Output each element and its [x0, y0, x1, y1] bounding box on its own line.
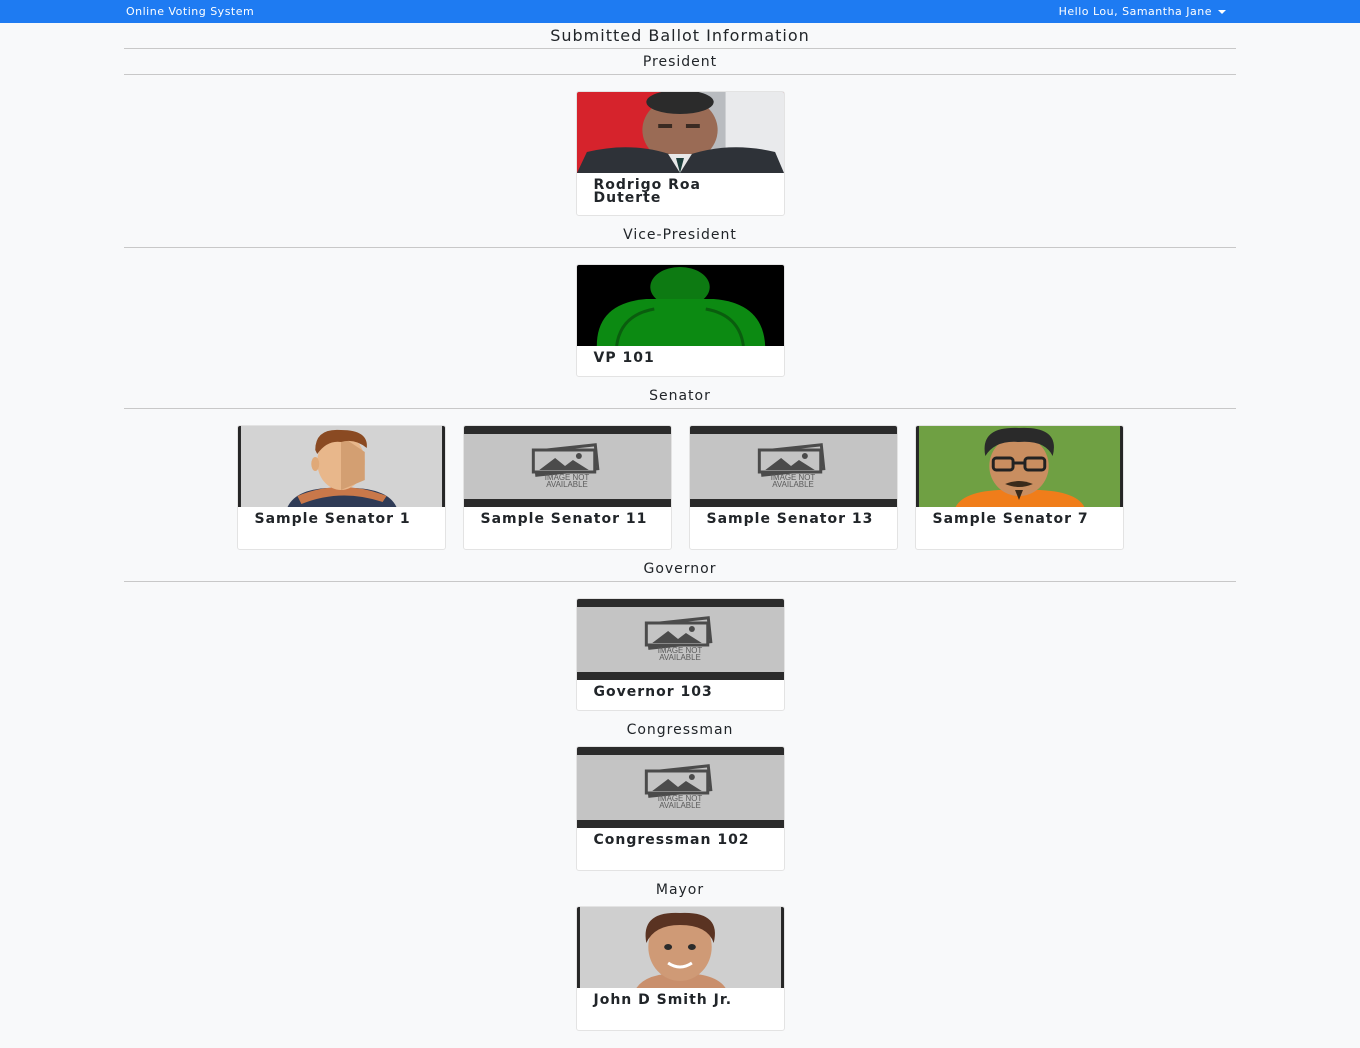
section-title-vice-president: Vice-President [124, 222, 1236, 248]
section-title-senator: Senator [124, 383, 1236, 409]
candidate-card: IMAGE NOT AVAILABLE Sample Senator 13 [688, 425, 898, 550]
candidate-card: John D Smith Jr. [575, 906, 785, 1031]
candidate-name: Sample Senator 11 [480, 511, 648, 527]
candidate-card: IMAGE NOT AVAILABLE Governor 103 [575, 598, 785, 711]
candidate-photo-mayor [576, 907, 784, 988]
candidate-photo-vp101 [576, 265, 784, 346]
cards-mayor: John D Smith Jr. [124, 903, 1236, 1037]
section-title-governor: Governor [124, 556, 1236, 582]
candidate-card: Rodrigo Roa Duterte [575, 91, 785, 216]
candidate-card: Sample Senator 7 [914, 425, 1124, 550]
cards-congressman: IMAGE NOT AVAILABLE Congressman 102 [124, 743, 1236, 877]
image-not-available-placeholder: IMAGE NOT AVAILABLE [463, 426, 671, 507]
page-title: Submitted Ballot Information [124, 23, 1236, 49]
ballot-container: Submitted Ballot Information President R… [124, 23, 1236, 1037]
image-not-available-placeholder: IMAGE NOT AVAILABLE [689, 426, 897, 507]
candidate-name: Governor 103 [593, 684, 713, 700]
cards-president: Rodrigo Roa Duterte [124, 75, 1236, 222]
placeholder-line2: AVAILABLE [659, 801, 701, 810]
candidate-card: IMAGE NOT AVAILABLE Sample Senator 11 [462, 425, 672, 550]
image-not-available-placeholder: IMAGE NOT AVAILABLE [576, 599, 784, 680]
candidate-name: Sample Senator 1 [254, 511, 411, 527]
candidate-name: Sample Senator 13 [706, 511, 874, 527]
section-title-president: President [124, 49, 1236, 75]
placeholder-line2: AVAILABLE [546, 480, 588, 489]
user-menu-toggle[interactable]: Hello Lou, Samantha Jane [1059, 5, 1226, 18]
candidate-name: VP 101 [593, 350, 655, 366]
section-title-mayor: Mayor [655, 882, 705, 898]
candidate-name: Rodrigo Roa Duterte [593, 177, 701, 206]
candidate-card: VP 101 [575, 264, 785, 377]
cards-vice-president: VP 101 [124, 248, 1236, 383]
candidate-name: Congressman 102 [593, 832, 750, 848]
user-greeting: Hello Lou, Samantha Jane [1058, 5, 1212, 18]
candidate-card: Sample Senator 1 [236, 425, 446, 550]
caret-down-icon [1218, 9, 1226, 14]
cards-senator: Sample Senator 1 IMAGE NOT AVAILABLE Sam… [124, 409, 1236, 556]
candidate-name: Sample Senator 7 [932, 511, 1089, 527]
candidate-card: IMAGE NOT AVAILABLE Congressman 102 [575, 746, 785, 871]
image-not-available-placeholder: IMAGE NOT AVAILABLE [576, 747, 784, 828]
candidate-photo-senator-1 [237, 426, 445, 507]
top-navbar: Online Voting System Hello Lou, Samantha… [0, 0, 1360, 23]
section-title-congressman: Congressman [626, 722, 734, 738]
cards-governor: IMAGE NOT AVAILABLE Governor 103 [124, 582, 1236, 717]
placeholder-line2: AVAILABLE [772, 480, 814, 489]
candidate-photo-senator-7 [915, 426, 1123, 507]
candidate-photo-duterte [576, 92, 784, 173]
candidate-name: John D Smith Jr. [593, 992, 733, 1008]
placeholder-line2: AVAILABLE [659, 653, 701, 662]
brand-link[interactable]: Online Voting System [126, 5, 254, 18]
